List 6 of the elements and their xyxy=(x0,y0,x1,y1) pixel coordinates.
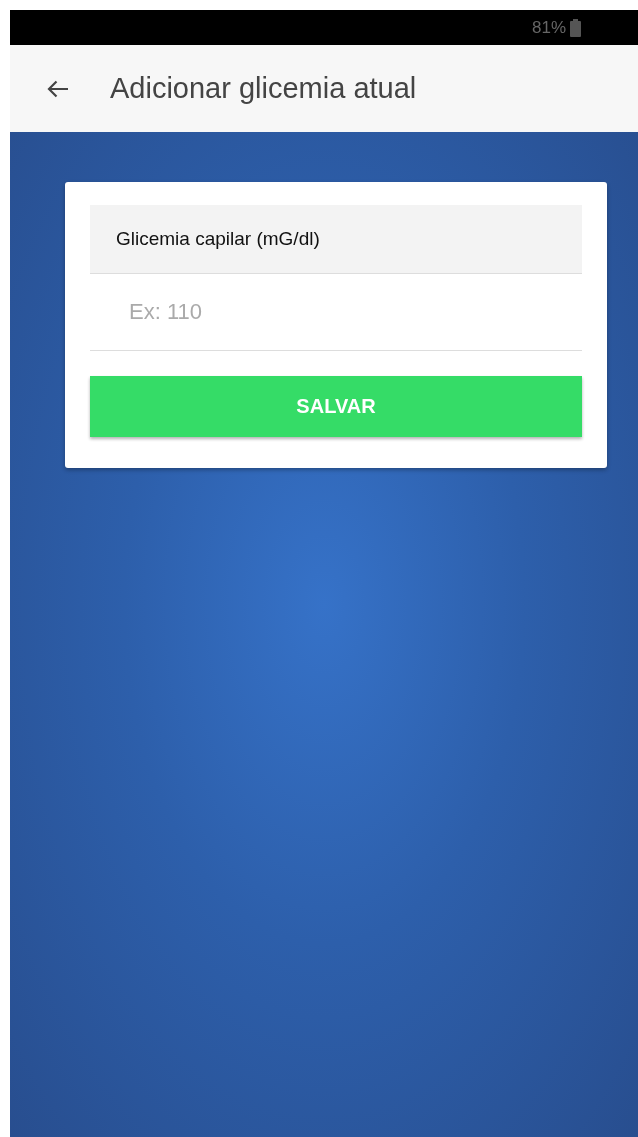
save-button[interactable]: SALVAR xyxy=(90,376,582,437)
battery-icon xyxy=(570,18,581,37)
page-title: Adicionar glicemia atual xyxy=(110,72,417,105)
field-label: Glicemia capilar (mG/dl) xyxy=(90,205,582,274)
battery-percentage: 81% xyxy=(531,17,566,38)
back-arrow-icon[interactable] xyxy=(47,79,69,98)
